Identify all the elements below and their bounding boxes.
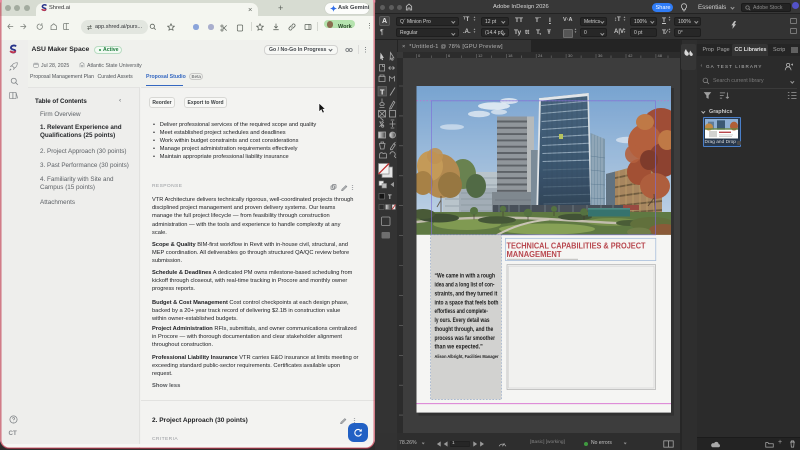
svg-text:into a space that feels both: into a space that feels both: [435, 299, 499, 306]
svg-text:“We came in with a rough: “We came in with a rough: [435, 273, 496, 280]
svg-text:T: T: [388, 195, 392, 201]
svg-text:30: 30: [568, 53, 573, 58]
svg-text:42: 42: [628, 53, 633, 58]
svg-text:ly ours. Every detail was: ly ours. Every detail was: [435, 317, 490, 324]
svg-text:36: 36: [598, 53, 603, 58]
svg-text:effortless and complete-: effortless and complete-: [435, 308, 488, 315]
svg-text:18: 18: [508, 53, 513, 58]
svg-text:48: 48: [658, 53, 663, 58]
svg-text:process was far smoother: process was far smoother: [435, 335, 496, 342]
svg-text:straints, and they turned it: straints, and they turned it: [435, 290, 498, 297]
svg-text:thought through, and the: thought through, and the: [435, 326, 494, 333]
svg-text:24: 24: [538, 53, 543, 58]
svg-text:Alison Albright, Facilities Ma: Alison Albright, Facilities Manager: [435, 354, 499, 359]
svg-text:12: 12: [478, 53, 483, 58]
svg-text:idea and a long list of con-: idea and a long list of con-: [435, 282, 495, 289]
svg-text:MANAGEMENT: MANAGEMENT: [507, 249, 563, 259]
svg-text:than we expected.”: than we expected.”: [435, 343, 483, 350]
svg-text:T: T: [380, 87, 385, 96]
